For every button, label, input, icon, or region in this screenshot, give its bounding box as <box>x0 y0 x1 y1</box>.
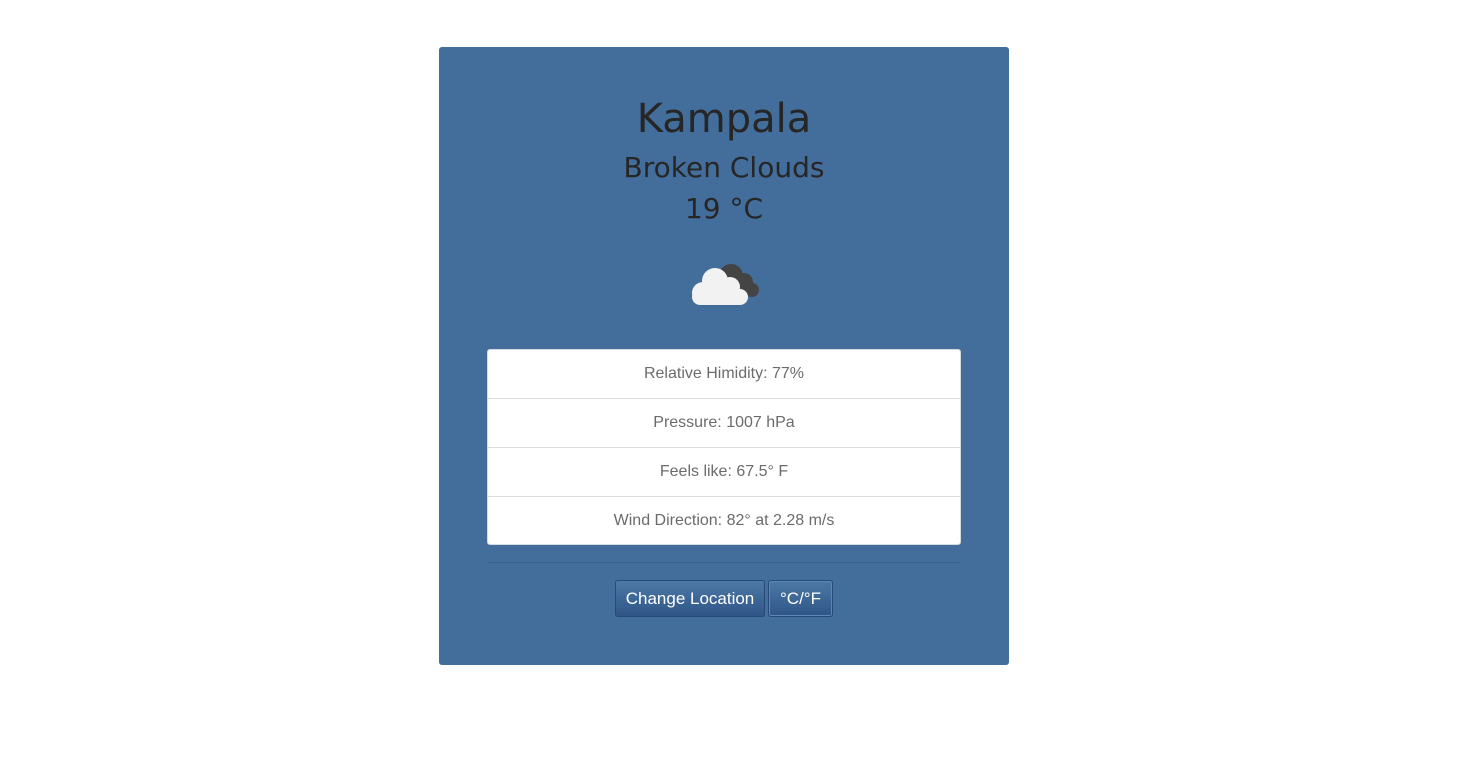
temperature: 19 °C <box>684 192 764 225</box>
divider <box>487 562 961 563</box>
weather-details-list: Relative Himidity: 77% Pressure: 1007 hP… <box>487 349 961 545</box>
feels-like-row: Feels like: 67.5° F <box>488 448 960 497</box>
pressure-row: Pressure: 1007 hPa <box>488 399 960 448</box>
change-location-button[interactable]: Change Location <box>615 580 765 617</box>
humidity-row: Relative Himidity: 77% <box>488 350 960 399</box>
city-name: Kampala <box>636 96 812 142</box>
broken-clouds-icon <box>689 259 761 309</box>
weather-condition: Broken Clouds <box>623 151 825 184</box>
weather-card: Kampala Broken Clouds 19 °C Relative Him… <box>439 47 1009 665</box>
wind-row: Wind Direction: 82° at 2.28 m/s <box>613 512 835 529</box>
toggle-units-button[interactable]: °C/°F <box>768 580 833 617</box>
